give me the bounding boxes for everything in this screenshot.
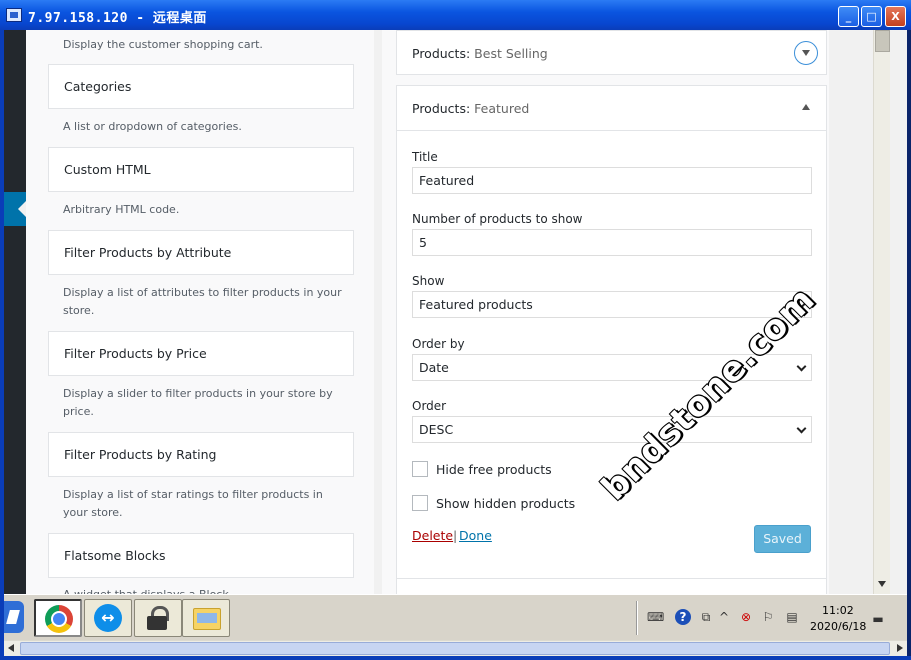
widget-description: A widget that displays a Block [63, 586, 343, 594]
saved-button[interactable]: Saved [754, 525, 811, 553]
vertical-scrollbar[interactable] [873, 30, 890, 594]
order-select[interactable]: DESC [412, 416, 812, 443]
minimize-button[interactable]: _ [838, 6, 859, 27]
window-title: 7.97.158.120 - 远程桌面 [28, 11, 207, 26]
start-button[interactable] [4, 601, 24, 633]
hide-free-label: Hide free products [436, 462, 552, 477]
network-icon[interactable]: ▤ [784, 609, 800, 625]
widget-description: Display a list of attributes to filter p… [63, 286, 342, 317]
taskbar-chrome-button[interactable] [34, 599, 82, 637]
admin-sidebar-active-item[interactable] [4, 192, 26, 226]
widget-title: Filter Products by Attribute [64, 245, 232, 260]
clock-date[interactable]: 2020/6/18 [810, 620, 866, 633]
panel-title: Products: Best Selling [412, 46, 548, 61]
remote-desktop-icon [6, 8, 22, 22]
help-icon[interactable]: ? [675, 609, 691, 625]
show-desktop-icon[interactable]: ▬ [870, 611, 886, 627]
number-label: Number of products to show [412, 212, 583, 226]
hide-free-checkbox[interactable] [412, 461, 428, 477]
panel-title: Products: Featured [412, 101, 529, 116]
widget-title: Filter Products by Price [64, 346, 207, 361]
scroll-down-arrow-icon[interactable] [878, 581, 886, 587]
teamviewer-icon [94, 604, 122, 632]
horizontal-scrollbar[interactable] [4, 640, 907, 656]
collapse-arrow-icon[interactable] [802, 104, 810, 110]
orderby-label: Order by [412, 337, 465, 351]
order-label: Order [412, 399, 447, 413]
widget-title: Filter Products by Rating [64, 447, 217, 462]
widget-panel-header[interactable]: Products: Best Selling [397, 31, 826, 75]
done-link[interactable]: Done [459, 528, 492, 543]
window-titlebar: 7.97.158.120 - 远程桌面 _ □ X [0, 0, 911, 30]
widget-item-filter-by-rating[interactable]: Filter Products by Rating [48, 432, 354, 477]
widget-panel-header[interactable]: Products: Featured [397, 86, 826, 130]
widget-item-categories[interactable]: Categories [48, 64, 354, 109]
chevron-down-icon [796, 361, 807, 372]
remote-desktop-client: Display the customer shopping cart. Cate… [4, 30, 907, 594]
taskbar-lock-button[interactable] [134, 599, 182, 637]
close-button[interactable]: X [885, 6, 906, 27]
widget-title: Custom HTML [64, 162, 151, 177]
flag-icon[interactable]: ⚐ [760, 609, 776, 625]
taskbar-teamviewer-button[interactable] [84, 599, 132, 637]
show-selected-value: Featured products [419, 297, 533, 312]
widget-panel-best-selling[interactable]: Products: Best Selling [396, 30, 827, 75]
keyboard-icon[interactable]: ⌨ [647, 609, 664, 625]
tray-expand-icon[interactable]: ^ [716, 609, 732, 625]
order-selected-value: DESC [419, 422, 454, 437]
show-hidden-checkbox[interactable] [412, 495, 428, 511]
expand-toggle-icon[interactable] [794, 41, 818, 65]
show-select[interactable]: Featured products [412, 291, 812, 318]
chrome-icon [45, 605, 73, 633]
panel-title-prefix: Products: [412, 46, 471, 61]
show-label: Show [412, 274, 445, 288]
title-input[interactable]: Featured [412, 167, 812, 194]
widget-panel-next[interactable] [396, 578, 827, 594]
widget-item-filter-by-price[interactable]: Filter Products by Price [48, 331, 354, 376]
panel-title-prefix: Products: [412, 101, 471, 116]
widget-description: A list or dropdown of categories. [63, 120, 242, 133]
window-frame-bottom [0, 656, 911, 660]
title-label: Title [412, 150, 438, 164]
panel-title-name: Featured [474, 101, 530, 116]
scroll-left-arrow-icon[interactable] [8, 644, 14, 652]
widget-description: Display a slider to filter products in y… [63, 387, 333, 418]
widget-description: Arbitrary HTML code. [63, 203, 180, 216]
link-separator: | [453, 528, 458, 543]
show-hidden-label: Show hidden products [436, 496, 576, 511]
lock-icon [147, 606, 169, 630]
widget-description: Display a list of star ratings to filter… [63, 488, 323, 519]
widget-title: Categories [64, 79, 132, 94]
restore-icon[interactable]: ⧉ [698, 609, 714, 625]
chevron-down-icon [796, 423, 807, 434]
number-input[interactable]: 5 [412, 229, 812, 256]
taskbar: ⌨ ? ⧉ ^ ⊗ ⚐ ▤ 11:02 2020/6/18 ▬ [4, 594, 907, 640]
scrollbar-thumb[interactable] [875, 30, 890, 52]
widget-item-custom-html[interactable]: Custom HTML [48, 147, 354, 192]
volume-muted-icon[interactable]: ⊗ [738, 609, 754, 625]
orderby-selected-value: Date [419, 360, 449, 375]
tray-separator [636, 601, 638, 635]
widget-description: Display the customer shopping cart. [63, 38, 263, 51]
widget-item-filter-by-attribute[interactable]: Filter Products by Attribute [48, 230, 354, 275]
taskbar-explorer-button[interactable] [182, 599, 230, 637]
delete-link[interactable]: Delete [412, 528, 453, 543]
scroll-right-arrow-icon[interactable] [897, 644, 903, 652]
admin-sidebar [4, 30, 26, 594]
folder-icon [193, 608, 221, 630]
horizontal-scrollbar-thumb[interactable] [20, 642, 890, 655]
maximize-button[interactable]: □ [861, 6, 882, 27]
panel-title-name: Best Selling [474, 46, 548, 61]
available-widgets-list: Display the customer shopping cart. Cate… [26, 30, 374, 594]
widget-item-flatsome-blocks[interactable]: Flatsome Blocks [48, 533, 354, 578]
widget-title: Flatsome Blocks [64, 548, 166, 563]
clock-time[interactable]: 11:02 [822, 604, 854, 617]
